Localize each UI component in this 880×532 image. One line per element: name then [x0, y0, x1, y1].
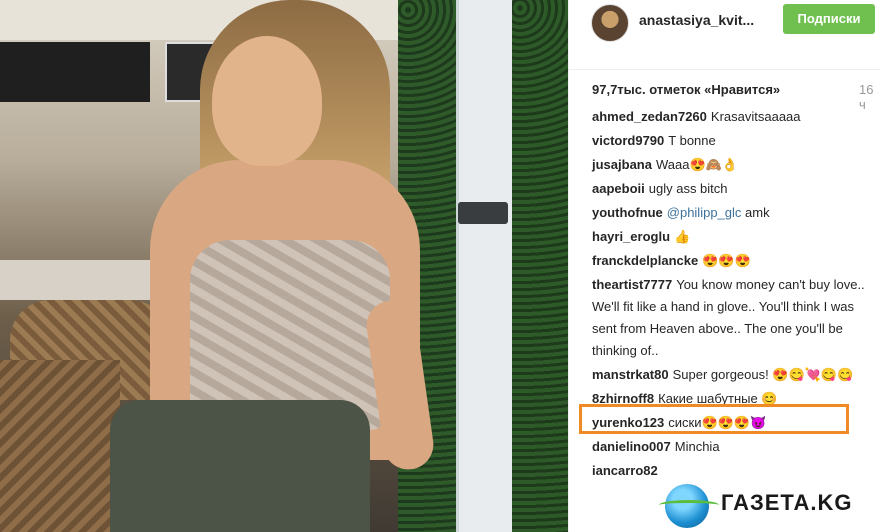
- comment-text: Minchia: [674, 439, 720, 454]
- comment-user[interactable]: iancarro82: [592, 463, 658, 478]
- comment: hayri_eroglu 👍: [592, 226, 877, 248]
- comment: aapeboii ugly ass bitch: [592, 178, 877, 200]
- comment-user[interactable]: aapeboii: [592, 181, 645, 196]
- swoosh-icon: [659, 500, 719, 510]
- post-header: anastasiya_kvit... Подписки: [569, 0, 880, 70]
- comment-highlight-frame: [579, 404, 849, 434]
- watermark-text: ГАЗЕТА.KG: [721, 490, 853, 515]
- comment-user[interactable]: jusajbana: [592, 157, 652, 172]
- comment: ahmed_zedan7260 Krasavitsaaaaa: [592, 106, 877, 128]
- comment-user[interactable]: franckdelplancke: [592, 253, 698, 268]
- person-face: [212, 36, 322, 166]
- site-watermark: ГАЗЕТА.KG: [659, 478, 880, 532]
- comment-text: Super gorgeous! 😍😋💘😋😋: [672, 367, 854, 382]
- comment-user[interactable]: danielino007: [592, 439, 671, 454]
- comment: youthofnue @philipp_glc amk: [592, 202, 877, 224]
- comments-panel: anastasiya_kvit... Подписки 97,7тыс. отм…: [568, 0, 880, 532]
- person-pants: [110, 400, 370, 532]
- comment-text: T bonne: [668, 133, 716, 148]
- comment-text: ugly ass bitch: [648, 181, 728, 196]
- comment-user[interactable]: victord9790: [592, 133, 664, 148]
- comment: franckdelplancke 😍😍😍: [592, 250, 877, 272]
- username[interactable]: anastasiya_kvit...: [639, 12, 754, 28]
- glass-door: [456, 0, 516, 532]
- green-hedge-right: [512, 0, 568, 532]
- comment-text: Waaa😍🙈👌: [655, 157, 739, 172]
- comment-user[interactable]: hayri_eroglu: [592, 229, 670, 244]
- comment-user[interactable]: youthofnue: [592, 205, 663, 220]
- comment-user[interactable]: ahmed_zedan7260: [592, 109, 707, 124]
- comment-user[interactable]: theartist7777: [592, 277, 672, 292]
- avatar[interactable]: [591, 4, 629, 42]
- comment-user[interactable]: manstrkat80: [592, 367, 669, 382]
- door-handle: [458, 202, 508, 224]
- comment: victord9790 T bonne: [592, 130, 877, 152]
- cafe-chalkboard: [0, 42, 150, 102]
- comment: danielino007 Minchia: [592, 436, 877, 458]
- comment: manstrkat80 Super gorgeous! 😍😋💘😋😋: [592, 364, 877, 386]
- follow-button[interactable]: Подписки: [783, 4, 875, 34]
- comment-text: amk: [745, 205, 770, 220]
- comment: theartist7777 You know money can't buy lo…: [592, 274, 877, 362]
- post-photo[interactable]: [0, 0, 568, 532]
- comment-text: 👍: [674, 229, 691, 244]
- wicker-chair-front: [0, 360, 120, 532]
- comment: jusajbana Waaa😍🙈👌: [592, 154, 877, 176]
- comment-text: Krasavitsaaaaa: [710, 109, 801, 124]
- cafe-counter: [0, 260, 170, 300]
- likes-count[interactable]: 97,7тыс. отметок «Нравится»: [592, 82, 780, 97]
- comment-mention[interactable]: @philipp_glc: [667, 205, 742, 220]
- comment-text: 😍😍😍: [702, 253, 751, 268]
